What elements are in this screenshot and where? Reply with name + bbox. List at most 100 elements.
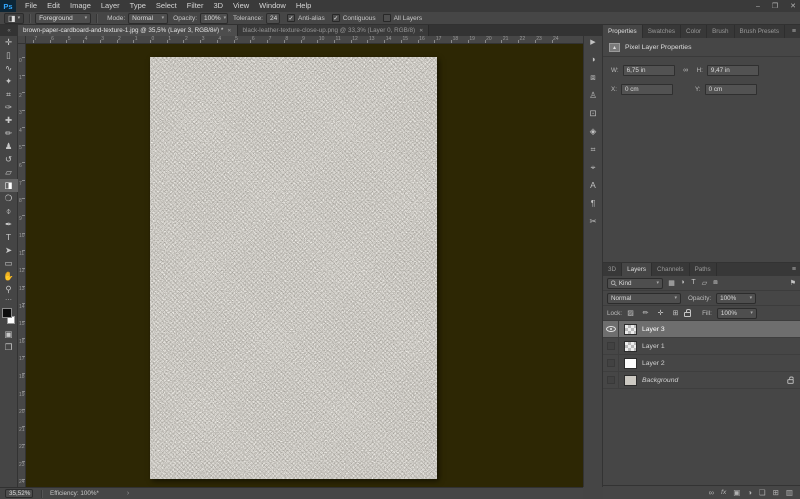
expand-panels-icon[interactable]: ▶ [583,36,603,50]
close-tab-icon[interactable]: ✕ [419,28,423,34]
opacity-select[interactable]: 100% ▾ [200,13,228,24]
lock-transparent-pixels-icon[interactable]: ▨ [625,309,636,317]
filter-shape-layers-icon[interactable]: ▱ [699,279,710,287]
paint-bucket-tool[interactable]: ◨ [0,179,18,192]
menu-filter[interactable]: Filter [182,0,209,12]
layer-thumbnail[interactable] [624,375,637,386]
menu-help[interactable]: Help [291,0,316,12]
close-button[interactable]: ✕ [790,2,796,10]
blend-mode-select[interactable]: Normal ▾ [607,293,681,304]
layer-thumbnail[interactable] [624,341,637,352]
blur-tool[interactable]: ❍ [0,192,18,205]
visibility-toggle[interactable] [603,321,619,338]
layer-row-layer-1[interactable]: Layer 1 [603,338,800,355]
toolbar-collapse-icon[interactable]: « [0,25,18,36]
hand-tool[interactable]: ✋ [0,270,18,283]
menu-3d[interactable]: 3D [208,0,228,12]
eyedropper-tool[interactable]: ✑ [0,101,18,114]
fill-source-select[interactable]: Foreground ▾ [35,13,91,24]
libraries-panel-icon[interactable]: ♙ [583,86,603,104]
pen-tool[interactable]: ✒ [0,218,18,231]
panel-tab-channels[interactable]: Channels [652,263,690,276]
tolerance-input[interactable]: 24 [266,13,280,24]
styles-panel-icon[interactable]: ⧈ [583,68,603,86]
menu-window[interactable]: Window [254,0,291,12]
layers-opacity-select[interactable]: 100% ▾ [716,293,756,304]
menu-file[interactable]: File [20,0,42,12]
info-panel-icon[interactable]: ◈ [583,122,603,140]
layer-row-layer-2[interactable]: Layer 2 [603,355,800,372]
marquee-tool[interactable]: ▯ [0,49,18,62]
restore-button[interactable]: ❐ [772,2,778,10]
panel-tab-properties[interactable]: Properties [603,25,643,38]
type-tool[interactable]: T [0,231,18,244]
clone-source-panel-icon[interactable]: ⊡ [583,104,603,122]
new-layer-icon[interactable]: ⊞ [773,488,779,497]
foreground-color-swatch[interactable] [2,308,12,318]
delete-layer-icon[interactable]: ▥ [786,488,793,497]
edit-toolbar-icon[interactable]: ⋯ [0,296,18,305]
menu-select[interactable]: Select [151,0,182,12]
document-image[interactable] [150,57,437,479]
adjustments-panel-icon[interactable]: ◑ [583,50,603,68]
menu-image[interactable]: Image [65,0,96,12]
panel-menu-icon[interactable]: ≡ [792,263,796,276]
minimize-button[interactable]: – [756,3,760,10]
layer-row-layer-3[interactable]: Layer 3 [603,321,800,338]
filter-pixel-layers-icon[interactable]: ▦ [666,279,677,287]
checkbox-contiguous[interactable]: ✓ [332,14,340,22]
crop-tool[interactable]: ⌗ [0,88,18,101]
new-adjustment-layer-icon[interactable]: ◑ [747,488,752,497]
quick-selection-tool[interactable]: ✦ [0,75,18,88]
width-field[interactable]: 6,75 in [623,65,675,76]
paragraph-panel-icon[interactable]: ¶ [583,194,603,212]
zoom-tool[interactable]: ⚲ [0,283,18,296]
close-tab-icon[interactable]: ✕ [227,28,231,34]
link-layers-icon[interactable]: ∞ [709,488,714,497]
visibility-toggle[interactable] [603,372,619,389]
filter-type-layers-icon[interactable]: T [688,279,699,287]
y-field[interactable]: 0 cm [705,84,757,95]
lock-artboard-icon[interactable]: ⊞ [670,309,681,317]
link-dimensions-icon[interactable]: ∞ [679,67,693,74]
path-selection-tool[interactable]: ➤ [0,244,18,257]
menu-edit[interactable]: Edit [42,0,65,12]
dodge-tool[interactable]: ⌽ [0,205,18,218]
menu-layer[interactable]: Layer [96,0,125,12]
layer-thumbnail[interactable] [624,358,637,369]
brush-tool[interactable]: ✏ [0,127,18,140]
move-tool[interactable]: ✛ [0,36,18,49]
x-field[interactable]: 0 cm [621,84,673,95]
document-tab-2[interactable]: black-leather-texture-close-up.png @ 33,… [238,25,430,36]
lasso-tool[interactable]: ∿ [0,62,18,75]
checkbox-all-layers[interactable] [383,14,391,22]
status-menu-chevron-icon[interactable]: › [127,490,129,497]
menu-view[interactable]: View [228,0,254,12]
kind-filter-select[interactable]: ⚲Kind ▾ [607,278,663,289]
shape-tool[interactable]: ▭ [0,257,18,270]
clone-stamp-tool[interactable]: ♟ [0,140,18,153]
eraser-tool[interactable]: ▱ [0,166,18,179]
tool-preset-picker[interactable]: ◨ ▾ [4,13,24,24]
document-tab-1[interactable]: brown-paper-cardboard-and-texture-1.jpg … [18,25,238,36]
new-group-icon[interactable]: ❏ [759,488,766,497]
zoom-level-field[interactable]: 35,52% [5,489,33,498]
checkbox-anti-alias[interactable]: ✓ [287,14,295,22]
add-layer-mask-icon[interactable]: ▣ [733,488,740,497]
histogram-panel-icon[interactable]: ⌗ [583,140,603,158]
lock-image-pixels-icon[interactable]: ✏ [640,309,651,317]
fill-select[interactable]: 100% ▾ [717,308,757,319]
layer-row-background[interactable]: Background [603,372,800,389]
height-field[interactable]: 9,47 in [707,65,759,76]
panel-menu-icon[interactable]: ≡ [792,25,796,38]
lock-position-icon[interactable]: ✛ [655,309,666,317]
panel-tab-swatches[interactable]: Swatches [643,25,681,38]
panel-tab-paths[interactable]: Paths [690,263,717,276]
timeline-panel-icon[interactable]: ✂ [583,212,603,230]
character-panel-icon[interactable]: A [583,176,603,194]
navigator-panel-icon[interactable]: ⌖ [583,158,603,176]
filter-adjustment-layers-icon[interactable]: ◑ [677,279,688,287]
filter-toggle-icon[interactable]: ⚑ [790,279,796,287]
panel-tab-layers[interactable]: Layers [622,263,652,276]
layer-effects-icon[interactable]: fx [721,489,726,496]
